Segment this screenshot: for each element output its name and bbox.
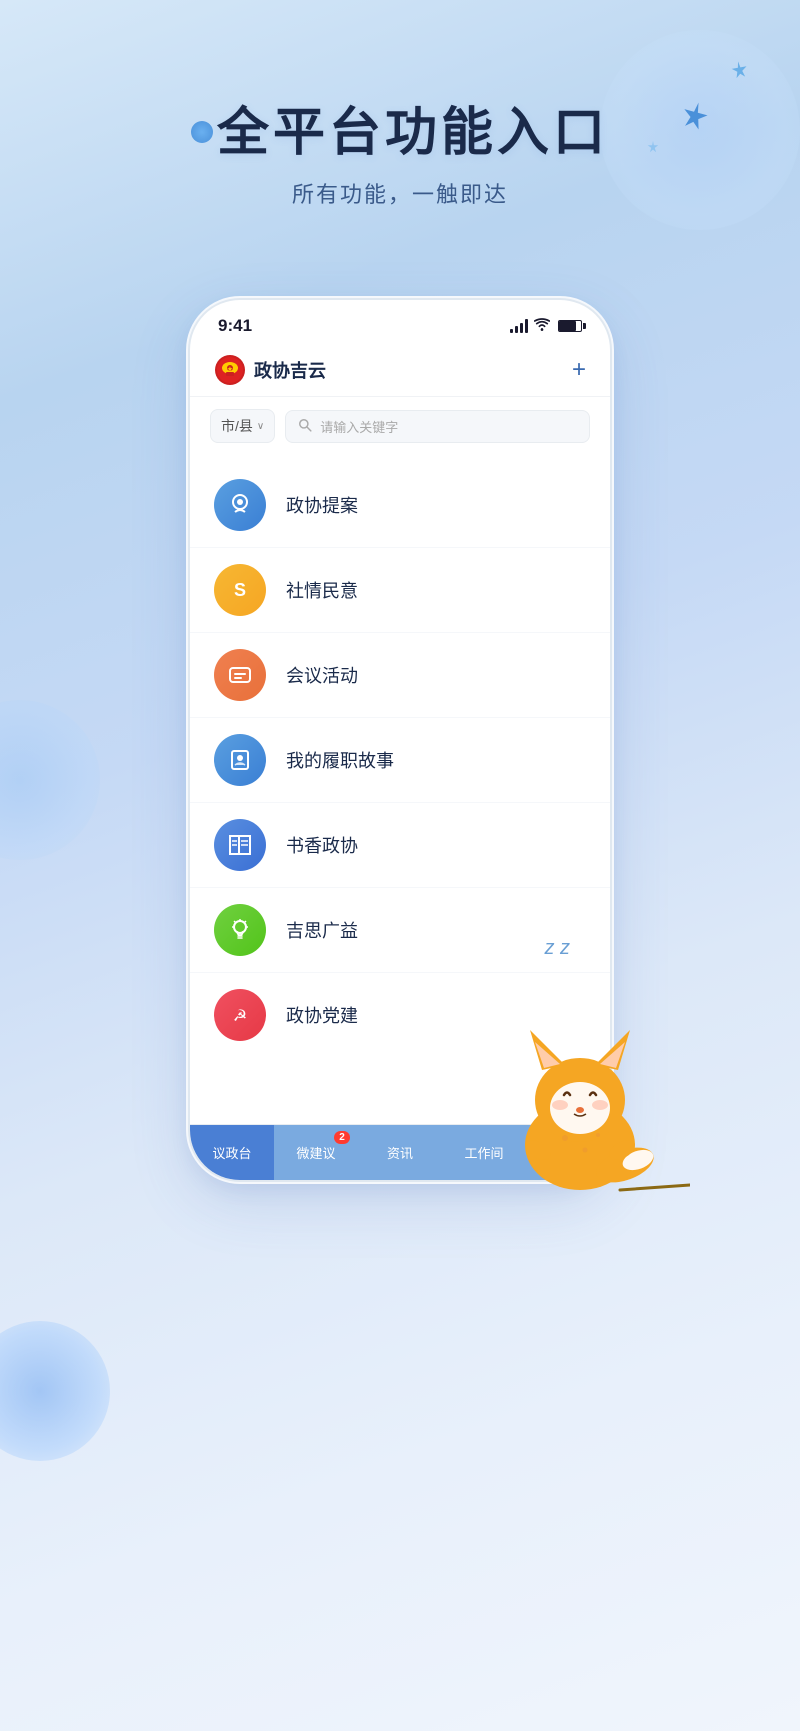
menu-label-social: 社情民意 — [286, 577, 358, 603]
region-select[interactable]: 市/县 ∨ — [210, 409, 275, 443]
menu-icon-book — [214, 819, 266, 871]
search-placeholder: 请输入关键字 — [320, 417, 398, 436]
tab-yizheng-label: 议政台 — [212, 1143, 251, 1162]
menu-item-social[interactable]: S 社情民意 — [190, 548, 610, 633]
menu-item-story[interactable]: 我的履职故事 — [190, 718, 610, 803]
menu-item-ideas[interactable]: 吉思广益 — [190, 888, 610, 973]
battery-icon — [558, 320, 582, 332]
search-icon — [298, 418, 312, 435]
svg-text:S: S — [234, 580, 246, 600]
menu-label-ideas: 吉思广益 — [286, 917, 358, 943]
menu-list: 政协提案 S 社情民意 会议活动 — [190, 455, 610, 1065]
menu-icon-proposal — [214, 479, 266, 531]
app-header: ★ 政协吉云 + — [190, 344, 610, 397]
tab-weijianyi[interactable]: 微建议 2 — [274, 1125, 358, 1180]
hero-subtitle: 所有功能，一触即达 — [0, 177, 800, 209]
menu-icon-ideas — [214, 904, 266, 956]
menu-label-book: 书香政协 — [286, 832, 358, 858]
tab-zixun[interactable]: 资讯 — [358, 1125, 442, 1180]
menu-label-meeting: 会议活动 — [286, 662, 358, 688]
menu-icon-story — [214, 734, 266, 786]
status-time: 9:41 — [218, 316, 252, 336]
tab-badge-weijianyi: 2 — [334, 1131, 350, 1144]
tab-weijianyi-label: 微建议 — [296, 1143, 335, 1162]
search-row: 市/县 ∨ 请输入关键字 — [190, 397, 610, 455]
hero-title: 全平台功能入口 — [0, 90, 800, 165]
chevron-down-icon: ∨ — [257, 421, 264, 432]
status-icons — [510, 318, 582, 335]
svg-text:☭: ☭ — [233, 1008, 247, 1025]
zzz-indicator: z z — [544, 937, 570, 960]
add-button[interactable]: + — [572, 356, 586, 384]
phone-mockup: 9:41 — [190, 300, 610, 1180]
menu-label-party: 政协党建 — [286, 1002, 358, 1028]
title-dot — [191, 121, 213, 143]
signal-bars-icon — [510, 319, 528, 333]
bg-blob-bottom-left — [0, 1321, 110, 1461]
tab-zixun-label: 资讯 — [387, 1143, 413, 1162]
phone-notch — [335, 300, 465, 328]
bg-blob-mid-left — [0, 700, 100, 860]
menu-icon-party: ☭ — [214, 989, 266, 1041]
star-decoration-2 — [728, 58, 752, 86]
fox-mascot — [470, 990, 690, 1210]
menu-item-proposal[interactable]: 政协提案 — [190, 463, 610, 548]
app-emblem-icon: ★ — [214, 354, 246, 386]
app-logo-area: ★ 政协吉云 — [214, 354, 326, 386]
menu-label-story: 我的履职故事 — [286, 747, 394, 773]
menu-icon-social: S — [214, 564, 266, 616]
wifi-icon — [534, 318, 550, 335]
menu-item-book[interactable]: 书香政协 — [190, 803, 610, 888]
hero-section: 全平台功能入口 所有功能，一触即达 — [0, 90, 800, 209]
search-input-box[interactable]: 请输入关键字 — [285, 410, 590, 443]
menu-icon-meeting — [214, 649, 266, 701]
svg-text:★: ★ — [227, 366, 233, 373]
tab-yizheng[interactable]: 议政台 — [190, 1125, 274, 1180]
menu-label-proposal: 政协提案 — [286, 492, 358, 518]
menu-item-meeting[interactable]: 会议活动 — [190, 633, 610, 718]
region-label: 市/县 — [221, 416, 253, 436]
app-name-label: 政协吉云 — [254, 357, 326, 383]
